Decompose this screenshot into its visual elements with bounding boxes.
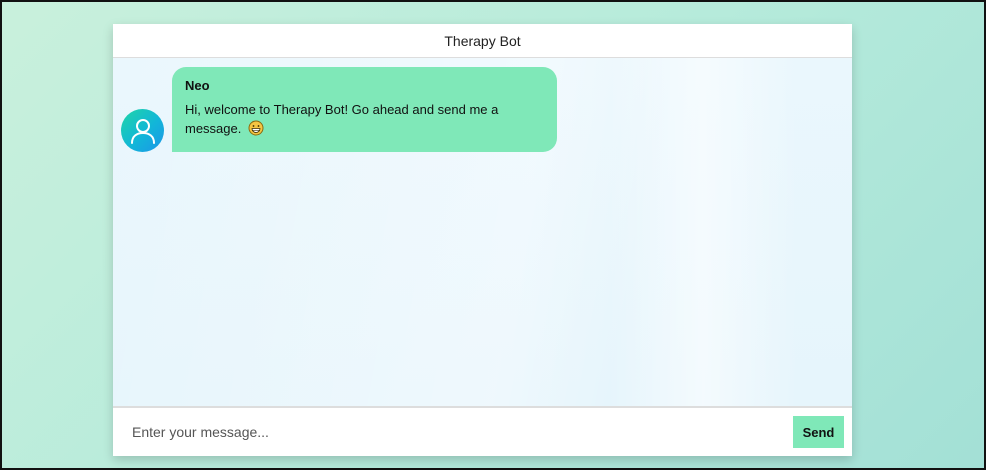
message-row: Neo Hi, welcome to Therapy Bot! Go ahead…	[121, 67, 557, 152]
chat-header: Therapy Bot	[113, 24, 852, 58]
chat-title: Therapy Bot	[444, 32, 521, 49]
chat-window: Therapy Bot Neo Hi, welcome to Therapy B…	[113, 24, 852, 456]
composer-bar: Send	[113, 406, 852, 456]
message-bubble: Neo Hi, welcome to Therapy Bot! Go ahead…	[172, 67, 557, 152]
message-list[interactable]: Neo Hi, welcome to Therapy Bot! Go ahead…	[113, 58, 852, 406]
grinning-face-icon	[248, 120, 264, 141]
message-text: Hi, welcome to Therapy Bot! Go ahead and…	[185, 102, 499, 136]
message-content: Hi, welcome to Therapy Bot! Go ahead and…	[185, 100, 543, 141]
message-input[interactable]	[130, 416, 793, 448]
avatar	[121, 109, 164, 152]
user-icon	[130, 118, 155, 144]
message-sender: Neo	[185, 78, 210, 93]
send-button[interactable]: Send	[793, 416, 844, 448]
